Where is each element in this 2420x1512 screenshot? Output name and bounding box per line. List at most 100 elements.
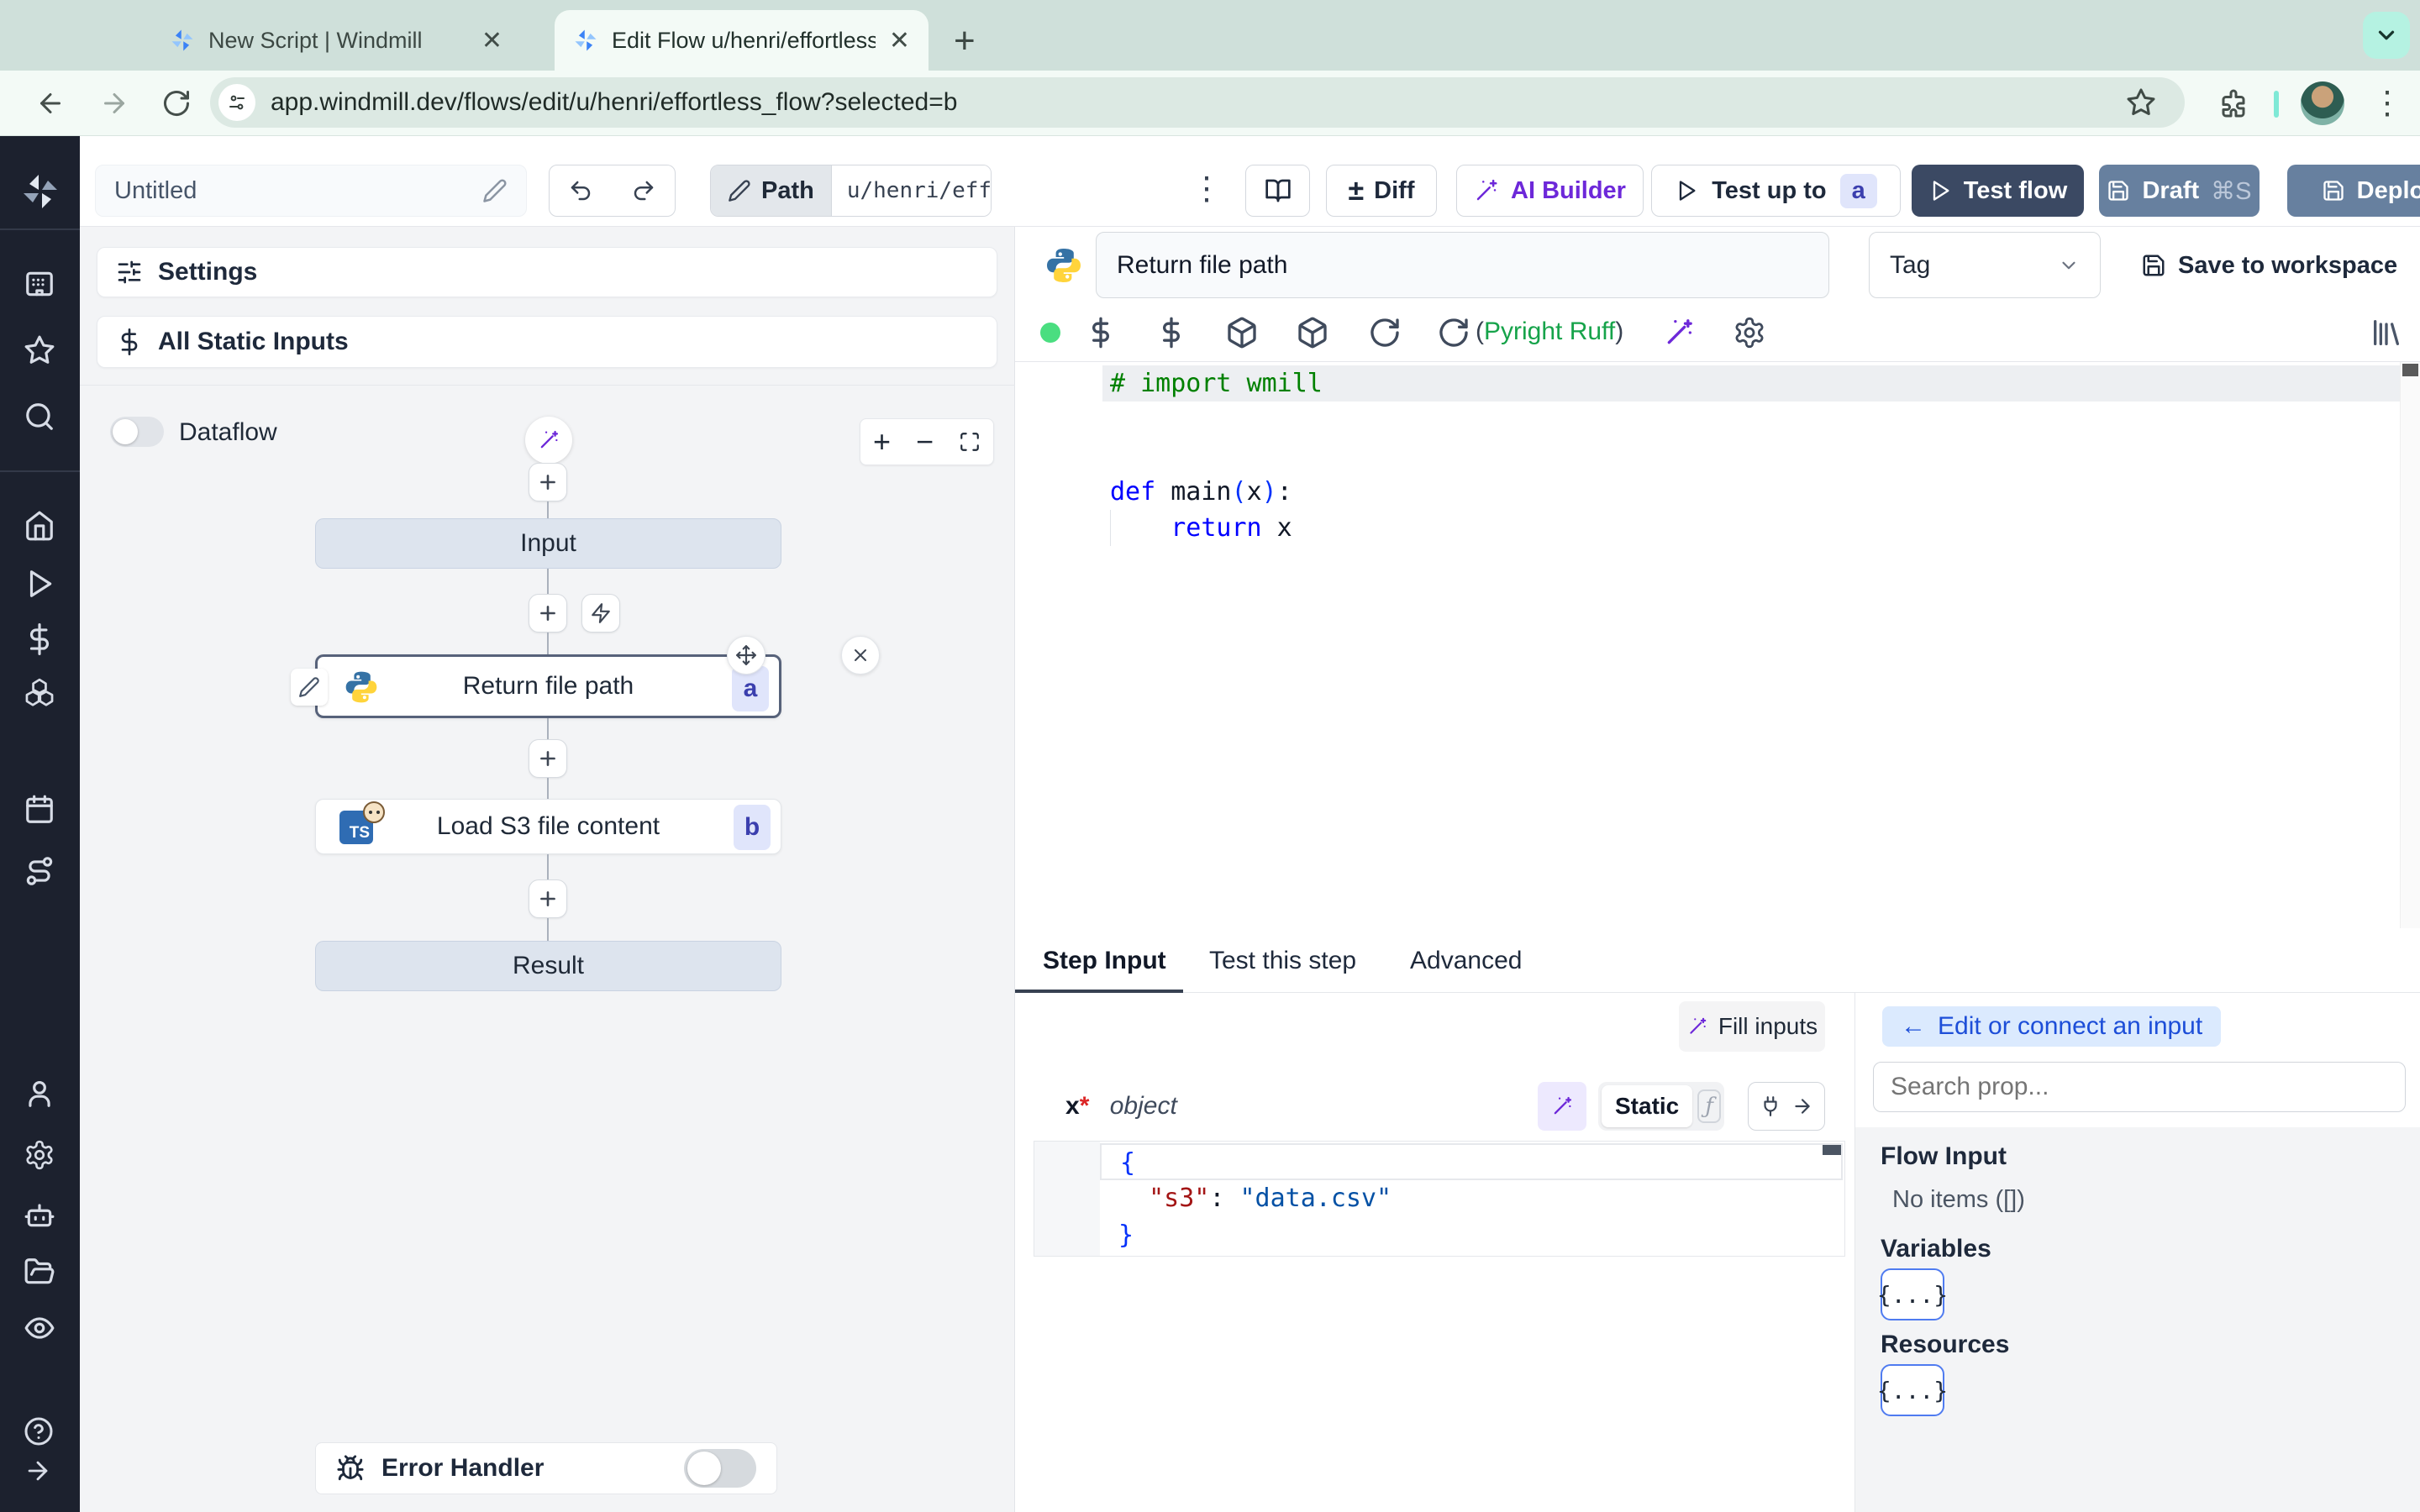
bookmark-star-icon[interactable] <box>2126 87 2156 118</box>
insert-step-button[interactable] <box>529 463 567 501</box>
result-node[interactable]: Result <box>315 941 781 991</box>
forward-button[interactable] <box>99 88 129 118</box>
windmill-logo[interactable] <box>20 171 60 212</box>
browser-menu-button[interactable]: ⋮ <box>2371 84 2403 122</box>
code-line[interactable] <box>1102 402 2400 438</box>
new-tab-button[interactable]: + <box>954 20 976 62</box>
site-info-icon[interactable] <box>218 84 255 121</box>
reload-icon[interactable] <box>1437 316 1470 349</box>
edit-connect-input-button[interactable]: ← Edit or connect an input <box>1882 1006 2222 1047</box>
zoom-out-button[interactable]: − <box>916 424 934 459</box>
code-line[interactable]: } <box>1100 1217 1843 1254</box>
help-icon[interactable] <box>24 1416 54 1446</box>
step-node-a[interactable]: Return file path a <box>291 636 880 718</box>
resources-icon[interactable] <box>24 677 55 709</box>
step-node-b[interactable]: TS Load S3 file content b <box>315 799 781 854</box>
redo-button[interactable] <box>612 165 676 217</box>
library-icon[interactable] <box>2370 316 2403 349</box>
tab-search-button[interactable] <box>2363 12 2410 59</box>
ai-fill-field-button[interactable] <box>1538 1082 1586 1131</box>
flow-name-input[interactable]: Untitled <box>95 165 527 217</box>
plug-icon[interactable] <box>1760 1095 1781 1117</box>
package-icon[interactable] <box>1225 316 1259 349</box>
extensions-button[interactable] <box>2218 88 2249 118</box>
tag-select[interactable]: Tag <box>1869 232 2101 298</box>
test-up-to-button[interactable]: Test up to a <box>1651 165 1901 217</box>
code-line[interactable] <box>1102 438 2400 474</box>
tab-close-icon[interactable]: ✕ <box>889 26 910 55</box>
path-label-segment[interactable]: Path <box>711 165 831 216</box>
variables-icon[interactable] <box>24 623 55 655</box>
arrow-right-icon[interactable] <box>1791 1095 1813 1117</box>
insert-step-button[interactable] <box>529 739 567 778</box>
audit-eye-icon[interactable] <box>24 1312 55 1344</box>
editor-settings-icon[interactable] <box>1733 316 1766 349</box>
folders-icon[interactable] <box>24 1256 55 1288</box>
reload-icon[interactable] <box>1368 316 1402 349</box>
search-icon[interactable] <box>24 401 55 433</box>
apps-icon[interactable] <box>24 268 55 300</box>
path-value[interactable]: u/henri/eff <box>830 165 991 216</box>
tab-test-this-step[interactable]: Test this step <box>1209 928 1356 993</box>
schedules-icon[interactable] <box>24 794 55 826</box>
dataflow-toggle[interactable] <box>110 417 164 447</box>
move-step-button[interactable] <box>727 636 765 675</box>
flow-settings-button[interactable]: Settings <box>97 247 997 297</box>
insert-step-button[interactable] <box>529 594 567 633</box>
docs-button[interactable] <box>1245 165 1310 217</box>
draft-button[interactable]: Draft ⌘S <box>2099 165 2260 217</box>
url-bar[interactable]: app.windmill.dev/flows/edit/u/henri/effo… <box>210 77 2185 128</box>
more-options-button[interactable]: ⋮ <box>1191 170 1223 207</box>
pencil-icon[interactable] <box>482 178 508 203</box>
settings-gear-icon[interactable] <box>24 1139 55 1171</box>
code-line[interactable]: def main(x): <box>1102 474 2400 510</box>
json-lines[interactable]: { "s3": "data.csv"} <box>1100 1143 1843 1254</box>
undo-button[interactable] <box>549 165 613 217</box>
code-lines[interactable]: # import wmill def main(x): return x <box>1102 365 2400 546</box>
error-handler-card[interactable]: Error Handler <box>315 1442 777 1494</box>
back-button[interactable] <box>35 88 66 118</box>
code-line[interactable]: # import wmill <box>1102 365 2400 402</box>
test-flow-button[interactable]: Test flow <box>1912 165 2084 217</box>
fit-view-icon[interactable] <box>959 431 981 453</box>
zoom-in-button[interactable]: + <box>873 424 891 459</box>
add-trigger-button[interactable] <box>581 594 620 633</box>
browser-tab-active[interactable]: Edit Flow u/henri/effortless_fl ✕ <box>555 10 929 71</box>
browser-tab-inactive[interactable]: New Script | Windmill ✕ <box>151 10 521 71</box>
edit-step-icon[interactable] <box>291 669 328 706</box>
tab-step-input[interactable]: Step Input <box>1043 928 1166 993</box>
search-prop-input[interactable] <box>1873 1062 2406 1112</box>
insert-step-button[interactable] <box>529 879 567 918</box>
ai-builder-button[interactable]: AI Builder <box>1456 165 1644 217</box>
variables-picker-icon[interactable] <box>1084 316 1118 349</box>
json-arg-editor[interactable]: { "s3": "data.csv"} <box>1034 1141 1845 1257</box>
runs-icon[interactable] <box>24 568 55 600</box>
diff-button[interactable]: ± Diff <box>1326 165 1437 217</box>
javascript-mode-button[interactable]: ƒ <box>1697 1089 1721 1123</box>
users-icon[interactable] <box>24 1078 55 1110</box>
code-editor[interactable]: # import wmill def main(x): return x <box>1015 361 2420 928</box>
delete-step-button[interactable] <box>841 636 880 675</box>
input-node[interactable]: Input <box>315 518 781 569</box>
routes-icon[interactable] <box>24 855 55 887</box>
resources-picker-icon[interactable] <box>1155 316 1188 349</box>
fill-inputs-button[interactable]: Fill inputs <box>1679 1001 1825 1052</box>
workers-robot-icon[interactable] <box>24 1199 55 1231</box>
package-icon[interactable] <box>1296 316 1329 349</box>
all-static-inputs-button[interactable]: All Static Inputs <box>97 316 997 368</box>
step-name-input[interactable]: Return file path <box>1096 232 1829 298</box>
static-mode-button[interactable]: Static <box>1602 1085 1693 1127</box>
code-line[interactable]: return x <box>1102 510 2400 546</box>
ai-wand-icon[interactable] <box>1662 316 1696 349</box>
tab-advanced[interactable]: Advanced <box>1410 928 1522 993</box>
scrollbar-thumb[interactable] <box>2402 364 2418 376</box>
ai-flow-button[interactable] <box>525 417 572 464</box>
path-button-group[interactable]: Path u/henri/eff <box>710 165 992 217</box>
code-line[interactable]: "s3": "data.csv" <box>1100 1180 1843 1217</box>
star-icon[interactable] <box>24 334 55 366</box>
resources-object-button[interactable]: {...} <box>1877 1364 1948 1416</box>
code-line[interactable]: { <box>1100 1143 1843 1180</box>
reload-button[interactable] <box>161 88 192 118</box>
tab-close-icon[interactable]: ✕ <box>481 26 502 55</box>
code-scrollbar[interactable] <box>2400 362 2420 928</box>
